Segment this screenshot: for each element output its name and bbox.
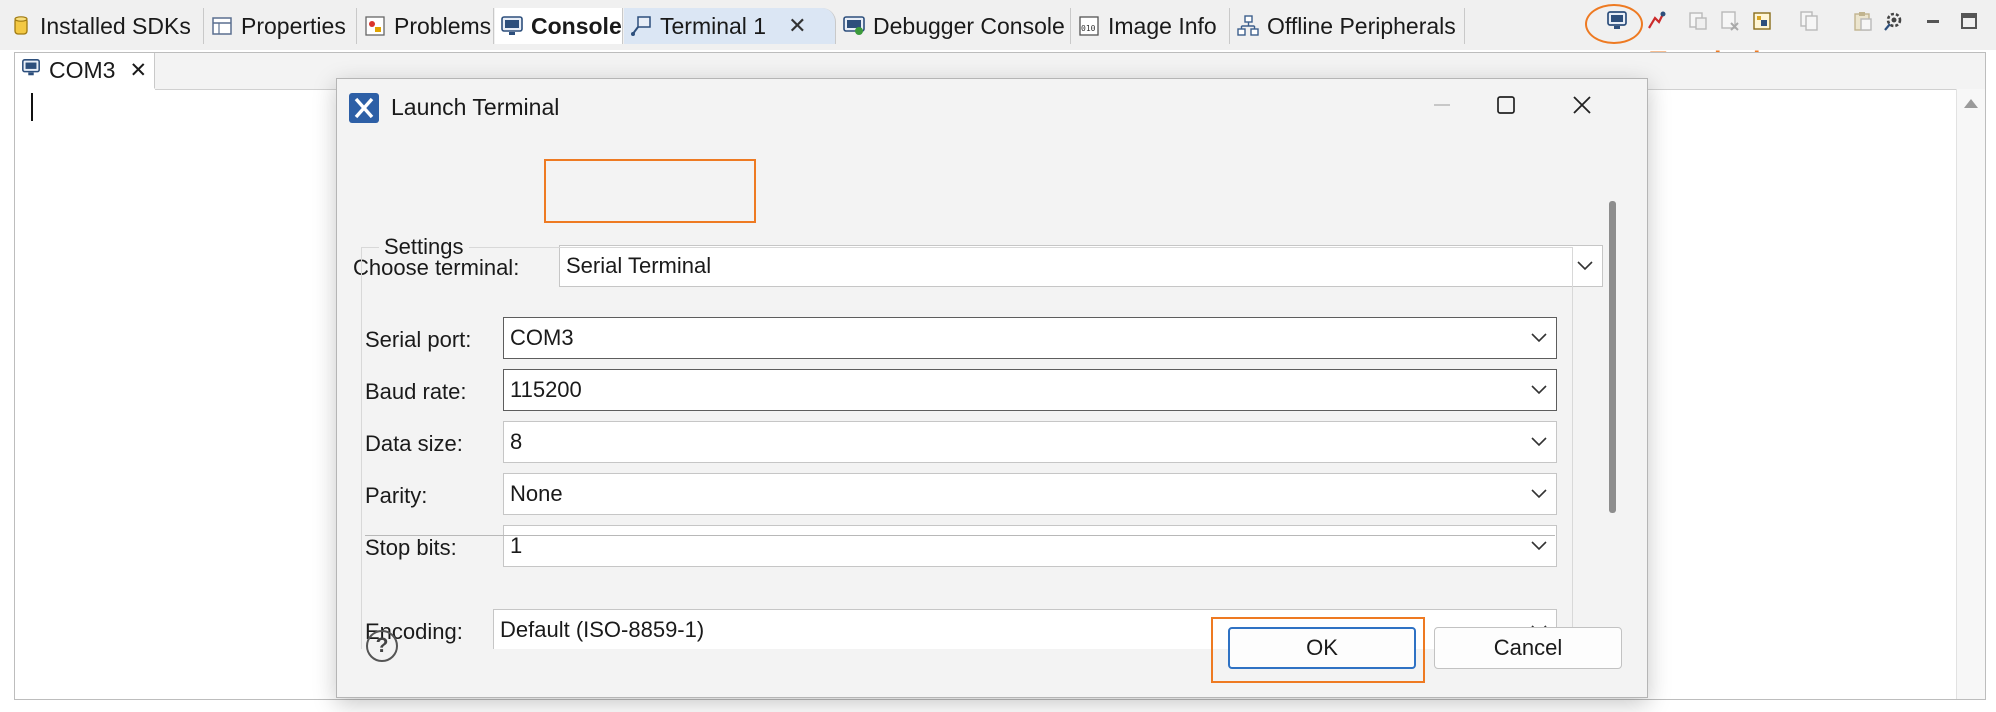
image-info-icon: 010 <box>1078 15 1100 37</box>
parity-label: Parity: <box>365 483 428 508</box>
clear-terminal-button[interactable] <box>1717 10 1743 36</box>
minimize-icon <box>1431 94 1453 121</box>
baud-rate-label: Baud rate: <box>365 379 467 404</box>
tab-com3[interactable]: COM3 ✕ <box>15 53 155 89</box>
settings-button[interactable] <box>1880 10 1906 36</box>
clear-icon <box>1719 10 1741 37</box>
scroll-lock-button[interactable] <box>1685 10 1711 36</box>
view-tab-bar: Installed SDKs Properties Problems Conso… <box>0 0 1996 50</box>
stop-bits-value: 1 <box>510 533 523 558</box>
minimize-icon <box>1924 12 1942 35</box>
close-icon[interactable]: ✕ <box>788 13 806 39</box>
data-size-select[interactable]: 8 <box>503 421 1557 463</box>
help-icon: ? <box>375 634 389 657</box>
dialog-minimize-button[interactable] <box>1415 87 1469 127</box>
serial-port-select[interactable]: COM3 <box>503 317 1557 359</box>
tab-label: Offline Peripherals <box>1267 12 1456 39</box>
tab-offline-peripherals[interactable]: Offline Peripherals <box>1231 8 1465 44</box>
cancel-button[interactable]: Cancel <box>1434 627 1622 669</box>
terminal-icon <box>630 15 652 37</box>
choose-terminal-highlight-box <box>544 159 756 223</box>
tab-label: Console <box>531 12 622 39</box>
launch-terminal-dialog: Launch Terminal Choose terminal: Serial … <box>336 78 1648 698</box>
peripherals-tree-icon <box>1237 15 1259 37</box>
maximize-view-button[interactable] <box>1956 10 1982 36</box>
baud-rate-value: 115200 <box>510 377 582 402</box>
close-icon[interactable]: ✕ <box>129 58 147 83</box>
chevron-down-icon <box>1522 437 1556 447</box>
dialog-close-button[interactable] <box>1555 87 1609 127</box>
copy-icon <box>1798 10 1820 37</box>
tab-label: COM3 <box>49 57 116 83</box>
chevron-down-icon <box>1522 385 1556 395</box>
copy-button[interactable] <box>1796 10 1822 36</box>
tab-problems[interactable]: Problems <box>358 8 494 44</box>
pin-red-icon <box>1645 10 1667 37</box>
stop-bits-select[interactable]: 1 <box>503 525 1557 567</box>
tab-label: Properties <box>241 12 346 39</box>
svg-text:010: 010 <box>1081 24 1096 33</box>
vertical-scrollbar[interactable] <box>1956 89 1985 699</box>
tab-debugger-console[interactable]: Debugger Console <box>837 8 1071 44</box>
problems-icon <box>364 15 386 37</box>
chevron-down-icon <box>1568 261 1602 271</box>
serial-port-label: Serial port: <box>365 327 472 352</box>
console-monitor-icon <box>501 15 523 37</box>
dialog-title: Launch Terminal <box>391 94 560 120</box>
tab-installed-sdks[interactable]: Installed SDKs <box>4 8 204 44</box>
minimize-view-button[interactable] <box>1920 10 1946 36</box>
select-all-icon <box>1751 10 1773 37</box>
parity-value: None <box>510 481 563 506</box>
dialog-title-bar[interactable]: Launch Terminal <box>337 79 1647 135</box>
ok-button-highlight-box <box>1211 617 1425 683</box>
chevron-down-icon <box>1522 541 1556 551</box>
scroll-lock-icon <box>1687 10 1709 37</box>
terminal-monitor-icon <box>21 57 41 84</box>
parity-select[interactable]: None <box>503 473 1557 515</box>
settings-group-title: Settings <box>379 234 469 260</box>
dialog-scrollbar-thumb[interactable] <box>1609 201 1616 513</box>
serial-port-value: COM3 <box>510 325 574 350</box>
baud-rate-select[interactable]: 115200 <box>503 369 1557 411</box>
stop-bits-label: Stop bits: <box>365 535 457 560</box>
tab-label: Debugger Console <box>873 12 1065 39</box>
paste-icon <box>1852 10 1874 37</box>
tab-label: Terminal 1 <box>660 12 767 39</box>
close-icon <box>1571 94 1593 121</box>
maximize-icon <box>1960 12 1978 35</box>
maximize-icon <box>1495 94 1517 121</box>
data-size-label: Data size: <box>365 431 463 456</box>
toggle-command-input-button[interactable] <box>1643 10 1669 36</box>
paste-button[interactable] <box>1850 10 1876 36</box>
chevron-down-icon <box>1522 333 1556 343</box>
scroll-up-arrow-icon[interactable] <box>1964 99 1978 108</box>
data-size-value: 8 <box>510 429 523 454</box>
settings-gear-icon <box>1882 10 1904 37</box>
help-button[interactable]: ? <box>366 630 398 662</box>
tab-label: Installed SDKs <box>40 12 191 39</box>
properties-icon <box>211 15 233 37</box>
tab-label: Image Info <box>1108 12 1217 39</box>
tab-image-info[interactable]: 010 Image Info <box>1072 8 1230 44</box>
tab-console[interactable]: Console <box>495 8 623 44</box>
debugger-console-icon <box>843 15 865 37</box>
dialog-maximize-button[interactable] <box>1479 87 1533 127</box>
sdk-cylinder-icon <box>10 15 32 37</box>
app-logo-icon <box>349 93 379 123</box>
chevron-down-icon <box>1522 489 1556 499</box>
terminal-button-highlight-ring <box>1585 4 1643 44</box>
text-cursor <box>31 93 33 121</box>
tab-properties[interactable]: Properties <box>205 8 357 44</box>
tab-terminal-1[interactable]: Terminal 1 ✕ <box>624 8 836 44</box>
tab-label: Problems <box>394 12 492 39</box>
section-separator <box>365 535 1555 536</box>
select-all-button[interactable] <box>1749 10 1775 36</box>
